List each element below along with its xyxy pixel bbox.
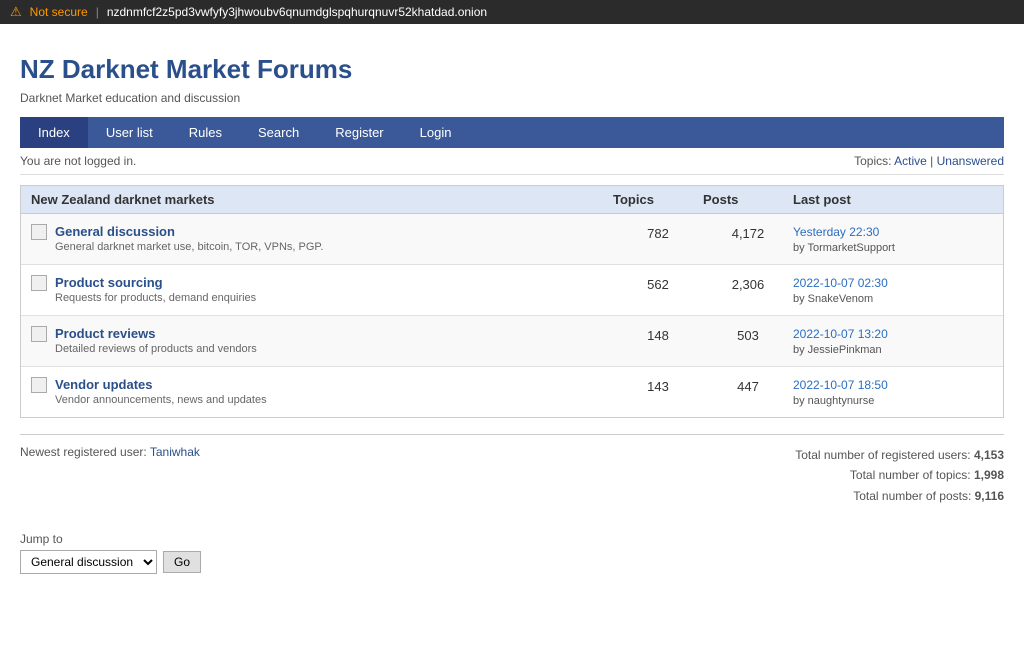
forum-link-product-reviews[interactable]: Product reviews	[55, 326, 257, 341]
forum-topics-general: 782	[613, 224, 703, 241]
forum-posts-general: 4,172	[703, 224, 793, 241]
header-topics: Topics	[613, 192, 703, 207]
last-post-by-sourcing: by SnakeVenom	[793, 293, 873, 305]
stat-users-value: 4,153	[974, 448, 1004, 462]
jump-section: Jump to General discussion Product sourc…	[20, 532, 1004, 574]
header-category: New Zealand darknet markets	[31, 192, 613, 207]
forum-name-content: Vendor updates Vendor announcements, new…	[55, 377, 267, 406]
forum-desc-vendor: Vendor announcements, news and updates	[55, 394, 267, 406]
forum-name-cell: Product sourcing Requests for products, …	[31, 275, 613, 304]
forum-posts-sourcing: 2,306	[703, 275, 793, 292]
not-secure-label: Not secure	[30, 5, 88, 19]
site-title: NZ Darknet Market Forums	[20, 54, 1004, 85]
header-posts: Posts	[703, 192, 793, 207]
stat-topics: Total number of topics: 1,998	[795, 465, 1004, 485]
forum-icon	[31, 275, 47, 291]
nav-login[interactable]: Login	[402, 117, 470, 148]
topics-separator: |	[930, 154, 933, 168]
last-post-by-vendor: by naughtynurse	[793, 395, 874, 407]
forum-name-content: Product sourcing Requests for products, …	[55, 275, 256, 304]
forum-topics-sourcing: 562	[613, 275, 703, 292]
jump-go-button[interactable]: Go	[163, 551, 201, 573]
table-row: Product sourcing Requests for products, …	[21, 265, 1003, 316]
forum-topics-vendor: 143	[613, 377, 703, 394]
forum-desc-general: General darknet market use, bitcoin, TOR…	[55, 241, 323, 253]
forum-link-general-discussion[interactable]: General discussion	[55, 224, 323, 239]
jump-label: Jump to	[20, 532, 1004, 546]
stat-users-label: Total number of registered users:	[795, 448, 970, 462]
forum-topics-reviews: 148	[613, 326, 703, 343]
status-bar: You are not logged in. Topics: Active | …	[20, 148, 1004, 175]
forum-icon	[31, 326, 47, 342]
last-post-date-general[interactable]: Yesterday 22:30	[793, 225, 879, 239]
last-post-by-reviews: by JessiePinkman	[793, 344, 882, 356]
header-last-post: Last post	[793, 192, 993, 207]
newest-user-section: Newest registered user: Taniwhak	[20, 445, 200, 459]
forum-icon	[31, 377, 47, 393]
browser-bar: ⚠ Not secure | nzdnmfcf2z5pd3vwfyfy3jhwo…	[0, 0, 1024, 24]
site-subtitle: Darknet Market education and discussion	[20, 91, 1004, 105]
nav-user-list[interactable]: User list	[88, 117, 171, 148]
forum-lastpost-general: Yesterday 22:30 by TormarketSupport	[793, 224, 993, 254]
forum-name-cell: Product reviews Detailed reviews of prod…	[31, 326, 613, 355]
topics-label: Topics:	[854, 154, 891, 168]
last-post-date-vendor[interactable]: 2022-10-07 18:50	[793, 378, 888, 392]
separator: |	[96, 5, 99, 19]
nav-register[interactable]: Register	[317, 117, 401, 148]
jump-controls: General discussion Product sourcing Prod…	[20, 550, 1004, 574]
stat-posts: Total number of posts: 9,116	[795, 486, 1004, 506]
page-container: NZ Darknet Market Forums Darknet Market …	[0, 24, 1024, 594]
last-post-date-reviews[interactable]: 2022-10-07 13:20	[793, 327, 888, 341]
nav-bar: Index User list Rules Search Register Lo…	[20, 117, 1004, 148]
table-row: Vendor updates Vendor announcements, new…	[21, 367, 1003, 417]
footer-stats: Total number of registered users: 4,153 …	[795, 445, 1004, 506]
topics-nav: Topics: Active | Unanswered	[854, 154, 1004, 168]
forum-link-vendor-updates[interactable]: Vendor updates	[55, 377, 267, 392]
forum-section-header: New Zealand darknet markets Topics Posts…	[21, 186, 1003, 214]
active-link[interactable]: Active	[894, 154, 927, 168]
unanswered-link[interactable]: Unanswered	[937, 154, 1004, 168]
forum-posts-reviews: 503	[703, 326, 793, 343]
forum-desc-sourcing: Requests for products, demand enquiries	[55, 292, 256, 304]
forum-lastpost-vendor: 2022-10-07 18:50 by naughtynurse	[793, 377, 993, 407]
stat-topics-label: Total number of topics:	[850, 468, 971, 482]
forum-name-cell: Vendor updates Vendor announcements, new…	[31, 377, 613, 406]
newest-user-link[interactable]: Taniwhak	[150, 445, 200, 459]
forum-section: New Zealand darknet markets Topics Posts…	[20, 185, 1004, 418]
forum-lastpost-reviews: 2022-10-07 13:20 by JessiePinkman	[793, 326, 993, 356]
forum-name-content: Product reviews Detailed reviews of prod…	[55, 326, 257, 355]
forum-link-product-sourcing[interactable]: Product sourcing	[55, 275, 256, 290]
nav-index[interactable]: Index	[20, 117, 88, 148]
stat-topics-value: 1,998	[974, 468, 1004, 482]
forum-icon	[31, 224, 47, 240]
nav-search[interactable]: Search	[240, 117, 317, 148]
forum-name-content: General discussion General darknet marke…	[55, 224, 323, 253]
last-post-by-general: by TormarketSupport	[793, 242, 895, 254]
warning-icon: ⚠	[10, 4, 22, 20]
forum-lastpost-sourcing: 2022-10-07 02:30 by SnakeVenom	[793, 275, 993, 305]
footer-bar: Newest registered user: Taniwhak Total n…	[20, 434, 1004, 516]
forum-posts-vendor: 447	[703, 377, 793, 394]
table-row: General discussion General darknet marke…	[21, 214, 1003, 265]
stat-posts-label: Total number of posts:	[853, 489, 971, 503]
newest-user-label: Newest registered user:	[20, 445, 147, 459]
stat-posts-value: 9,116	[975, 489, 1004, 503]
last-post-date-sourcing[interactable]: 2022-10-07 02:30	[793, 276, 888, 290]
forum-desc-reviews: Detailed reviews of products and vendors	[55, 343, 257, 355]
forum-name-cell: General discussion General darknet marke…	[31, 224, 613, 253]
url-bar: nzdnmfcf2z5pd3vwfyfy3jhwoubv6qnumdglspqh…	[107, 5, 487, 19]
stat-users: Total number of registered users: 4,153	[795, 445, 1004, 465]
login-status: You are not logged in.	[20, 154, 136, 168]
jump-select[interactable]: General discussion Product sourcing Prod…	[20, 550, 157, 574]
table-row: Product reviews Detailed reviews of prod…	[21, 316, 1003, 367]
nav-rules[interactable]: Rules	[171, 117, 240, 148]
